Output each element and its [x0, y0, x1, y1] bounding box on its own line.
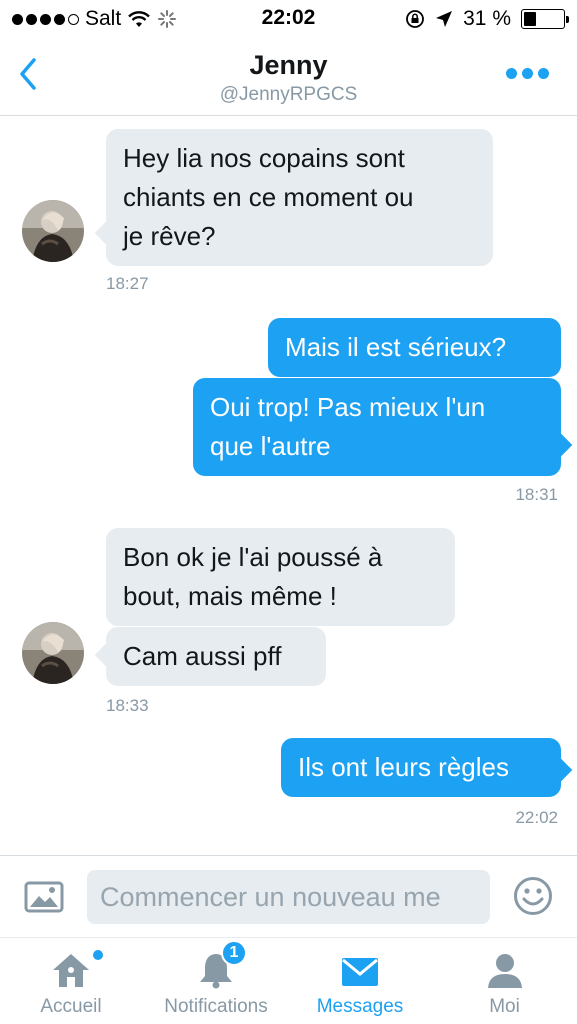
- message-bubble-incoming[interactable]: Bon ok je l'ai poussé à bout, mais même …: [106, 528, 455, 626]
- tab-label: Accueil: [40, 996, 102, 1017]
- location-arrow-icon: [436, 11, 453, 27]
- tab-me[interactable]: Moi: [432, 938, 577, 1024]
- emoji-button[interactable]: [513, 876, 553, 921]
- unread-dot-badge: [93, 950, 103, 960]
- battery-icon: [521, 9, 569, 29]
- tab-label: Notifications: [164, 996, 268, 1017]
- message-text-line: que l'autre: [210, 431, 331, 461]
- home-icon: [53, 954, 89, 987]
- envelope-icon: [342, 958, 378, 986]
- status-bar: Salt 22:02 31 %: [0, 0, 577, 40]
- message-text-line: je rêve?: [123, 221, 216, 251]
- message-text-line: Mais il est sérieux?: [285, 332, 507, 362]
- message-bubble-incoming[interactable]: Cam aussi pff: [106, 627, 326, 686]
- message-bubble-outgoing[interactable]: Oui trop! Pas mieux l'un que l'autre: [193, 378, 561, 476]
- message-text-line: chiants en ce moment ou: [123, 182, 414, 212]
- conversation-title: Jenny: [249, 50, 328, 80]
- message-text-line: Hey lia nos copains sont: [123, 143, 405, 173]
- battery-percent: 31 %: [463, 7, 511, 30]
- tab-home[interactable]: Accueil: [0, 938, 142, 1024]
- message-text-line: Bon ok je l'ai poussé à: [123, 542, 383, 572]
- timestamp: 18:27: [106, 274, 149, 293]
- more-dots-icon: [506, 68, 517, 79]
- conversation-header: Jenny @JennyRPGCS: [0, 40, 577, 116]
- notification-count-badge: 1: [221, 940, 247, 966]
- message-text-line: Cam aussi pff: [123, 641, 282, 671]
- message-bubble-outgoing[interactable]: Ils ont leurs règles: [281, 738, 561, 797]
- avatar[interactable]: [22, 622, 84, 684]
- tab-messages[interactable]: Messages: [290, 938, 430, 1024]
- timestamp: 22:02: [515, 808, 558, 827]
- message-input[interactable]: [87, 870, 490, 924]
- message-composer: [0, 855, 577, 937]
- photo-icon: [24, 881, 64, 913]
- message-text-line: Ils ont leurs règles: [298, 752, 509, 782]
- message-bubble-outgoing[interactable]: Mais il est sérieux?: [268, 318, 561, 377]
- rotation-lock-icon: [406, 10, 425, 28]
- message-text-line: Oui trop! Pas mieux l'un: [210, 392, 486, 422]
- battery-level: [524, 12, 536, 26]
- emoji-icon: [514, 877, 552, 915]
- tab-notifications[interactable]: 1 Notifications: [144, 938, 288, 1024]
- avatar[interactable]: [22, 200, 84, 262]
- add-photo-button[interactable]: [24, 881, 64, 918]
- timestamp: 18:33: [106, 696, 149, 715]
- tab-label: Moi: [489, 996, 520, 1017]
- conversation-handle: @JennyRPGCS: [219, 84, 358, 105]
- status-right: 31 %: [405, 7, 569, 31]
- timestamp: 18:31: [515, 485, 558, 504]
- more-options-button[interactable]: [506, 68, 549, 79]
- tab-bar: Accueil 1 Notifications Messages Moi: [0, 937, 577, 1024]
- message-text-line: bout, mais même !: [123, 581, 337, 611]
- message-bubble-incoming[interactable]: Hey lia nos copains sont chiants en ce m…: [106, 129, 493, 266]
- tab-label: Messages: [316, 996, 404, 1017]
- person-icon: [487, 954, 522, 988]
